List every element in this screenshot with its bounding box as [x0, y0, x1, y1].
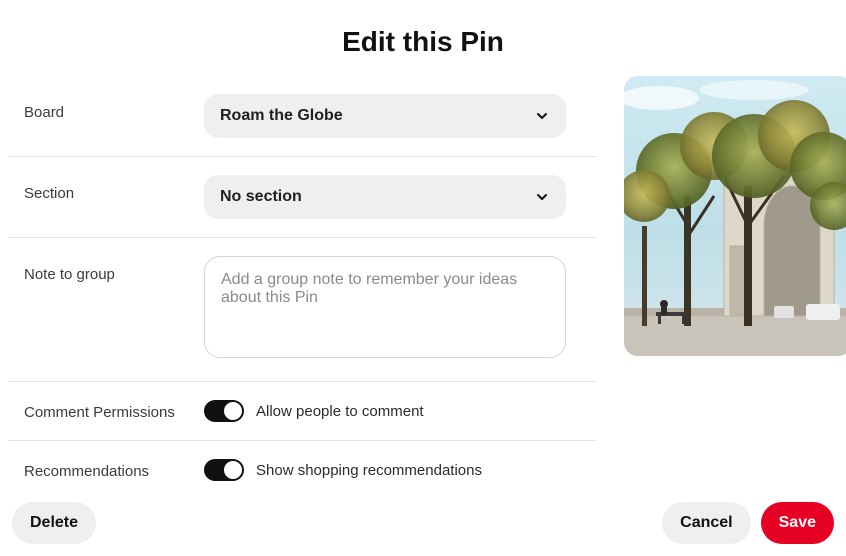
save-button[interactable]: Save — [761, 502, 834, 544]
section-label: Section — [8, 175, 204, 202]
section-select-value: No section — [220, 188, 302, 206]
board-select[interactable]: Roam the Globe — [204, 94, 566, 138]
chevron-down-icon — [532, 187, 552, 207]
page-title: Edit this Pin — [0, 0, 846, 66]
note-label: Note to group — [8, 256, 204, 283]
comments-toggle-label: Allow people to comment — [256, 403, 424, 420]
recs-label: Recommendations — [8, 459, 204, 480]
comments-label: Comment Permissions — [8, 400, 204, 421]
recs-toggle-label: Show shopping recommendations — [256, 462, 482, 479]
board-select-value: Roam the Globe — [220, 107, 343, 125]
cancel-button[interactable]: Cancel — [662, 502, 750, 544]
chevron-down-icon — [532, 106, 552, 126]
comments-toggle[interactable] — [204, 400, 244, 422]
delete-button[interactable]: Delete — [12, 502, 96, 544]
pin-thumbnail — [624, 76, 846, 356]
board-label: Board — [8, 94, 204, 121]
recs-toggle[interactable] — [204, 459, 244, 481]
note-input[interactable] — [204, 256, 566, 358]
section-select[interactable]: No section — [204, 175, 566, 219]
